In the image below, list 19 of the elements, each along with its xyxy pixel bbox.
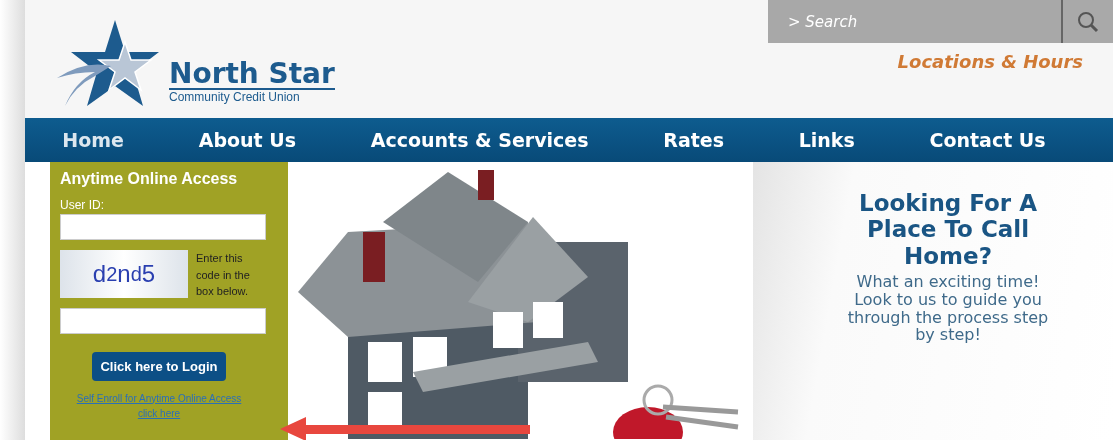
nav-link[interactable]: Contact Us bbox=[929, 129, 1046, 151]
search-button[interactable] bbox=[1061, 0, 1113, 43]
nav-link[interactable]: Accounts & Services bbox=[370, 129, 589, 151]
login-title: Anytime Online Access bbox=[60, 170, 239, 188]
promo-heading: Looking For A Place To Call Home? bbox=[858, 190, 1038, 270]
logo-name: North Star bbox=[169, 60, 335, 90]
nav-link[interactable]: Links bbox=[798, 129, 855, 151]
nav-link[interactable]: Home bbox=[62, 129, 124, 151]
user-id-label: User ID: bbox=[60, 198, 105, 212]
user-id-field[interactable] bbox=[60, 214, 266, 240]
search-icon bbox=[1077, 10, 1099, 33]
nav-link[interactable]: Rates bbox=[663, 129, 724, 151]
nav-link[interactable]: About Us bbox=[198, 129, 296, 151]
login-button[interactable]: Click here to Login bbox=[92, 351, 226, 381]
search-field[interactable]: > Search bbox=[768, 0, 1061, 43]
captcha-hint: Enter this code in the box below. bbox=[196, 251, 251, 299]
promo-text: What an exciting time! Look to us to guide you through the process step by step! bbox=[846, 273, 1050, 344]
captcha-field[interactable] bbox=[60, 307, 266, 334]
logo-tagline: Community Credit Union bbox=[169, 90, 301, 104]
